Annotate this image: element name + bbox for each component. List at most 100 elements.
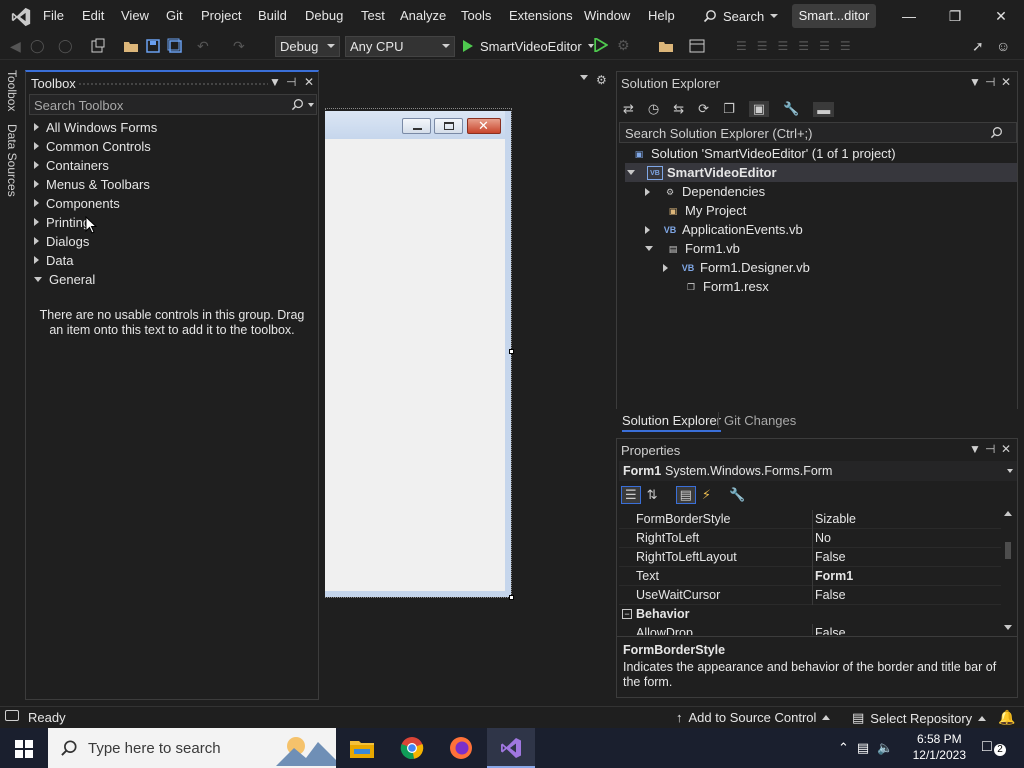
minimize-icon[interactable]: — — [894, 6, 924, 26]
property-row[interactable]: RightToLeft No — [619, 529, 1001, 548]
tree-item-my-project[interactable]: ▣ My Project — [665, 201, 747, 220]
toolbox-group-data[interactable]: Data — [34, 251, 73, 269]
select-repository-button[interactable]: ▤ Select Repository — [852, 710, 987, 726]
menu-git[interactable]: Git — [166, 8, 183, 23]
resize-handle-right[interactable] — [509, 349, 514, 354]
tree-item-form1-resx[interactable]: ❐ Form1.resx — [683, 277, 769, 296]
toolbox-group-components[interactable]: Components — [34, 194, 120, 212]
menu-analyze[interactable]: Analyze — [400, 8, 446, 23]
tree-item-application-events[interactable]: VB ApplicationEvents.vb — [645, 220, 803, 239]
scroll-down-icon[interactable] — [1004, 625, 1012, 630]
redo-icon[interactable]: ↷ — [233, 38, 249, 54]
new-project-icon[interactable] — [90, 38, 106, 54]
resize-handle-corner[interactable] — [509, 595, 514, 600]
restore-icon[interactable]: ❐ — [940, 6, 970, 26]
title-search-button[interactable]: Search — [703, 6, 779, 26]
window-position-icon[interactable]: ▼ — [269, 75, 281, 89]
menu-debug[interactable]: Debug — [305, 8, 343, 23]
add-to-source-control-button[interactable]: ↑ Add to Source Control — [676, 710, 831, 725]
gear-icon[interactable]: ⚙ — [596, 73, 607, 87]
preview-selected-icon[interactable]: ▬ — [813, 101, 835, 117]
property-row[interactable]: AllowDrop False — [619, 624, 1001, 635]
solution-explorer-search-input[interactable]: Search Solution Explorer (Ctrl+;) — [619, 122, 1017, 143]
toolbox-group-printing[interactable]: Printing — [34, 213, 90, 231]
output-window-icon[interactable] — [5, 710, 19, 721]
close-icon[interactable]: ✕ — [1001, 442, 1011, 456]
scroll-up-icon[interactable] — [1004, 511, 1012, 516]
properties-object-selector[interactable]: Form1 System.Windows.Forms.Form — [619, 461, 1017, 481]
property-value[interactable]: Sizable — [815, 512, 856, 526]
volume-muted-icon[interactable]: 🔈 — [877, 740, 893, 758]
property-row[interactable]: UseWaitCursor False — [619, 586, 1001, 605]
window-position-icon[interactable]: ▼ — [969, 75, 981, 89]
toolbox-group-all-windows-forms[interactable]: All Windows Forms — [34, 118, 157, 136]
menu-extensions[interactable]: Extensions — [509, 8, 573, 23]
taskbar-search-box[interactable]: Type here to search — [48, 728, 336, 768]
events-icon[interactable]: ⚡ — [702, 487, 711, 503]
start-without-debugging-icon[interactable] — [594, 38, 608, 52]
sync-with-document-icon[interactable]: ⇄ — [623, 101, 634, 117]
tree-item-project[interactable]: VB SmartVideoEditor — [625, 163, 1017, 182]
tree-item-form1[interactable]: ▤ Form1.vb — [645, 239, 740, 258]
drag-grip[interactable] — [78, 83, 268, 85]
platform-dropdown[interactable]: Any CPU — [345, 36, 455, 57]
tab-solution-explorer[interactable]: Solution Explorer — [622, 413, 721, 432]
menu-tools[interactable]: Tools — [461, 8, 491, 23]
toolbox-search-input[interactable]: Search Toolbox — [29, 94, 317, 115]
close-icon[interactable]: ✕ — [304, 75, 314, 89]
undo-icon[interactable]: ↶ — [197, 38, 213, 54]
pending-changes-icon[interactable]: ⇆ — [673, 101, 684, 117]
refresh-icon[interactable]: ⟳ — [698, 101, 709, 117]
align-center-icon[interactable]: ☰ — [757, 39, 768, 53]
save-icon[interactable] — [145, 38, 161, 54]
form1-client-area[interactable] — [325, 139, 505, 591]
property-value[interactable]: Form1 — [815, 569, 853, 583]
chevron-up-icon[interactable]: ⌃ — [838, 740, 849, 758]
align-top-icon[interactable]: ☰ — [798, 39, 809, 53]
history-icon[interactable]: ◷ — [648, 101, 659, 117]
property-row[interactable]: Text Form1 — [619, 567, 1001, 586]
align-left-icon[interactable]: ☰ — [736, 39, 747, 53]
browse-folder-icon[interactable] — [658, 38, 674, 54]
property-row[interactable]: RightToLeftLayout False — [619, 548, 1001, 567]
forward-circle-icon[interactable]: ◯ — [58, 38, 74, 54]
alphabetical-icon[interactable]: ⇅ — [647, 487, 658, 503]
chevron-down-icon[interactable] — [580, 75, 588, 80]
taskbar-clock[interactable]: 6:58 PM 12/1/2023 — [913, 731, 966, 763]
window-position-icon[interactable]: ▼ — [969, 442, 981, 456]
toolbox-side-tab[interactable]: Toolbox — [5, 70, 19, 111]
tree-item-form1-designer[interactable]: VB Form1.Designer.vb — [663, 258, 810, 277]
tree-item-solution[interactable]: ▣ Solution 'SmartVideoEditor' (1 of 1 pr… — [631, 144, 896, 163]
chevron-down-icon[interactable] — [308, 103, 314, 107]
toolbox-empty-message[interactable]: There are no usable controls in this gro… — [34, 308, 310, 338]
taskbar-file-explorer[interactable] — [338, 728, 386, 768]
close-icon[interactable]: ✕ — [1001, 75, 1011, 89]
align-right-icon[interactable]: ☰ — [778, 39, 789, 53]
properties-wrench-icon[interactable]: 🔧 — [783, 101, 799, 117]
collapse-all-icon[interactable]: ❐ — [723, 101, 735, 117]
menu-build[interactable]: Build — [258, 8, 287, 23]
network-icon[interactable]: ▤ — [857, 740, 869, 758]
solution-name-badge[interactable]: Smart...ditor — [792, 4, 876, 28]
menu-project[interactable]: Project — [201, 8, 241, 23]
tab-git-changes[interactable]: Git Changes — [724, 413, 796, 428]
save-all-icon[interactable] — [167, 38, 183, 54]
categorized-icon[interactable]: ☰ — [621, 486, 641, 504]
close-icon[interactable]: ✕ — [986, 6, 1016, 26]
toolbox-group-containers[interactable]: Containers — [34, 156, 109, 174]
align-middle-icon[interactable]: ☰ — [819, 39, 830, 53]
pin-icon[interactable]: ⊣ — [985, 75, 995, 89]
properties-scrollbar[interactable] — [1001, 509, 1015, 635]
toolbox-group-general[interactable]: General — [34, 270, 95, 288]
share-icon[interactable]: ➚ — [972, 38, 984, 55]
menu-window[interactable]: Window — [584, 8, 630, 23]
action-center-button[interactable]: □ 2 — [982, 738, 1006, 758]
menu-file[interactable]: File — [43, 8, 64, 23]
configuration-dropdown[interactable]: Debug — [275, 36, 340, 57]
toolbox-group-common-controls[interactable]: Common Controls — [34, 137, 151, 155]
tree-item-dependencies[interactable]: ⚙ Dependencies — [645, 182, 765, 201]
align-bottom-icon[interactable]: ☰ — [840, 39, 851, 53]
open-folder-icon[interactable] — [123, 38, 139, 54]
property-value[interactable]: False — [815, 550, 846, 564]
feedback-icon[interactable]: ☺ — [996, 38, 1010, 54]
